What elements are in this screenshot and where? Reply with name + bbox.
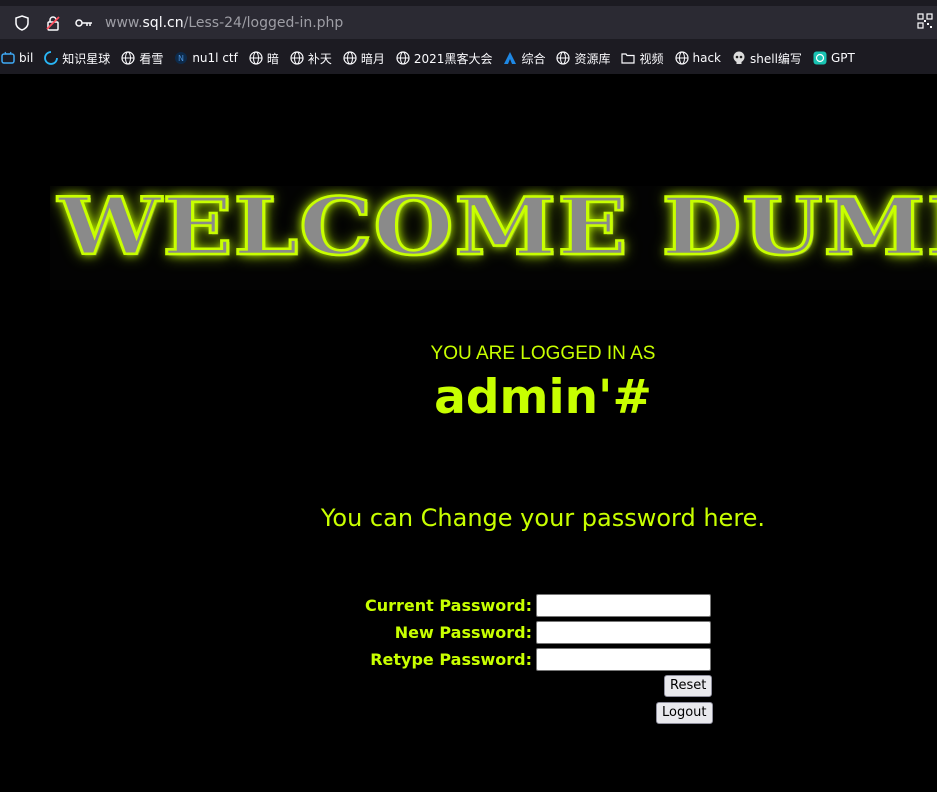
url-domain: sql.cn <box>142 14 184 31</box>
insecure-lock-icon[interactable] <box>43 13 63 33</box>
bookmark-label: GPT <box>830 51 855 65</box>
current-password-label: Current Password: <box>364 595 532 615</box>
bookmark-label: 暗 <box>266 51 279 66</box>
bookmark-item[interactable]: shell编写 <box>731 50 802 67</box>
current-password-input[interactable] <box>536 593 711 617</box>
bookmark-item[interactable]: 资源库 <box>555 50 610 67</box>
globe-icon <box>555 50 571 66</box>
nu1l-icon: N <box>173 50 189 66</box>
url-path: /Less-24/logged-in.php <box>183 14 344 31</box>
new-password-row: New Password: <box>340 620 711 644</box>
url-prefix: www. <box>105 14 143 31</box>
globe-icon <box>395 50 411 66</box>
bookmark-label: nu1l ctf <box>192 51 238 65</box>
bookmark-item[interactable]: bil <box>0 50 33 66</box>
reset-button[interactable]: Reset <box>664 675 713 697</box>
retype-password-input[interactable] <box>536 647 711 671</box>
banner-text: WELCOME DUMB <box>56 186 937 274</box>
retype-password-label: Retype Password: <box>370 649 532 669</box>
retype-password-row: Retype Password: <box>340 647 711 671</box>
bookmark-label: 暗月 <box>360 51 385 66</box>
triangle-icon <box>502 50 518 66</box>
globe-icon <box>674 50 690 66</box>
bookmark-item[interactable]: 知识星球 <box>43 50 110 67</box>
bookmarks-bar: bil 知识星球 看雪 Nnu1l ctf 暗 补天 暗月 2021黑客大会 综合 资源库 视频 ha… <box>0 46 937 70</box>
bookmark-label: shell编写 <box>750 51 802 66</box>
bookmark-label: bil <box>19 51 34 65</box>
new-password-label: New Password: <box>394 622 532 642</box>
url-text[interactable]: www.sql.cn/Less-24/logged-in.php <box>105 15 343 31</box>
gpt-icon <box>812 50 828 66</box>
bookmark-item[interactable]: hack <box>674 50 722 66</box>
bookmark-item[interactable]: 暗月 <box>342 50 385 67</box>
bookmark-item[interactable]: Nnu1l ctf <box>173 50 238 66</box>
bookmark-item[interactable]: 视频 <box>620 50 664 67</box>
page-content: WELCOME DUMB YOU ARE LOGGED IN AS admin'… <box>0 74 937 792</box>
planet-icon <box>43 50 59 66</box>
change-password-message: You can Change your password here. <box>320 504 766 532</box>
logged-in-label: YOU ARE LOGGED IN AS <box>430 343 656 364</box>
browser-chrome: www.sql.cn/Less-24/logged-in.php bil 知识星球… <box>0 0 937 74</box>
bookmark-label: 视频 <box>639 51 664 66</box>
globe-icon <box>289 50 305 66</box>
key-icon[interactable] <box>74 13 94 33</box>
bookmark-item[interactable]: 补天 <box>289 50 332 67</box>
new-password-input[interactable] <box>536 620 711 644</box>
bilibili-icon <box>0 50 16 66</box>
bookmark-label: 补天 <box>307 51 332 66</box>
current-password-row: Current Password: <box>340 593 711 617</box>
bookmark-label: 看雪 <box>139 51 164 66</box>
welcome-banner: WELCOME DUMB <box>50 186 937 290</box>
folder-icon <box>620 50 636 66</box>
bookmark-label: 资源库 <box>574 51 611 66</box>
globe-icon <box>120 50 136 66</box>
bookmark-item[interactable]: 暗 <box>248 50 279 67</box>
logout-button[interactable]: Logout <box>656 702 713 724</box>
logged-in-username: admin'# <box>434 370 652 425</box>
skull-icon <box>731 50 747 66</box>
bookmark-label: 知识星球 <box>62 51 111 66</box>
bookmark-item[interactable]: 综合 <box>502 50 545 67</box>
qr-code-icon[interactable] <box>917 13 933 29</box>
svg-text:N: N <box>178 54 184 63</box>
globe-icon <box>342 50 358 66</box>
bookmark-item[interactable]: 2021黑客大会 <box>395 50 493 67</box>
bookmark-item[interactable]: 看雪 <box>120 50 163 67</box>
shield-icon[interactable] <box>12 13 32 33</box>
url-bar[interactable]: www.sql.cn/Less-24/logged-in.php <box>0 6 937 39</box>
bookmark-label: 2021黑客大会 <box>413 51 493 66</box>
bookmark-label: 综合 <box>521 51 546 66</box>
globe-icon <box>248 50 264 66</box>
bookmark-label: hack <box>692 51 722 65</box>
bookmark-item[interactable]: GPT <box>812 50 855 66</box>
